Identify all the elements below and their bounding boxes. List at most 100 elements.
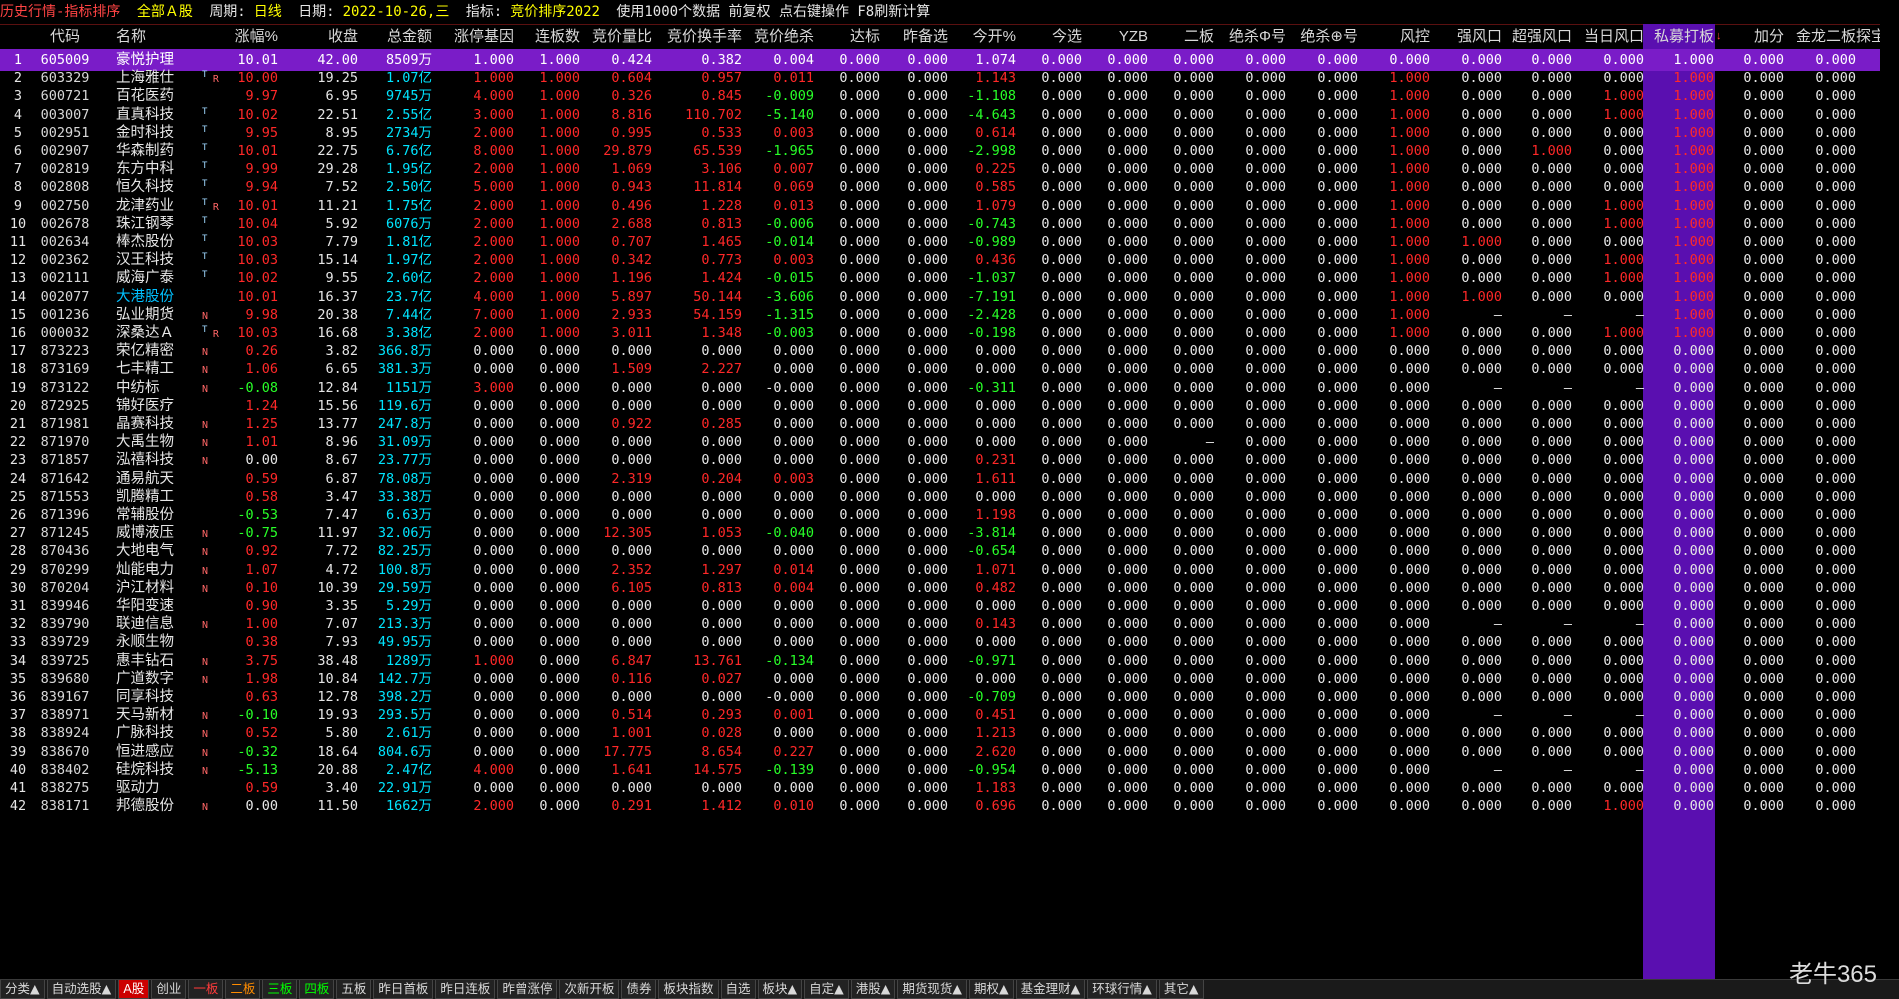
column-header-mark[interactable]	[202, 24, 222, 49]
tab-0[interactable]: 分类▲	[0, 980, 45, 999]
tab-21[interactable]: 基金理财▲	[1015, 980, 1086, 999]
cell-auction-kill: 0.010	[773, 798, 814, 815]
tag-n-icon: N	[202, 310, 209, 322]
column-header-change-pct[interactable]: 涨幅%	[222, 24, 278, 49]
column-header-kill-plus[interactable]: 绝杀⊕号	[1286, 24, 1358, 49]
tag-n-icon: N	[202, 729, 209, 741]
tab-9[interactable]: 昨日首板	[373, 980, 434, 999]
cell-yzb: 0.000	[1107, 798, 1148, 815]
app-title: 历史行情-指标排序	[0, 4, 121, 20]
cell-risk: 0.000	[1389, 798, 1430, 815]
tag-n-icon: N	[202, 711, 209, 723]
column-header-day-wind[interactable]: 当日风口	[1572, 24, 1644, 49]
column-header-today-pick[interactable]: 今选	[1016, 24, 1082, 49]
vertical-scrollbar[interactable]	[1880, 24, 1899, 979]
column-header-close[interactable]: 收盘	[280, 24, 358, 49]
cell-code: 838171	[40, 798, 90, 815]
cell-day-wind: 1.000	[1603, 798, 1644, 815]
column-header-golden-second[interactable]: 金龙二板	[1784, 24, 1856, 49]
tab-14[interactable]: 板块指数	[658, 980, 719, 999]
tab-22[interactable]: 环球行情▲	[1087, 980, 1157, 999]
tab-19[interactable]: 期货现货▲	[897, 980, 968, 999]
tag-t-icon: T	[202, 106, 208, 117]
cell-kill-phi: 0.000	[1245, 798, 1286, 815]
column-header-private-board[interactable]: 私募打板	[1644, 24, 1714, 49]
column-header-strong-wind[interactable]: 强风口	[1430, 24, 1502, 49]
column-header-bonus[interactable]: 加分	[1726, 24, 1784, 49]
tab-4[interactable]: 一板	[188, 980, 224, 999]
column-header-kill-phi[interactable]: 绝杀Φ号	[1214, 24, 1286, 49]
column-header-super-wind[interactable]: 超强风口	[1502, 24, 1572, 49]
tag-n-icon: N	[202, 529, 209, 541]
tag-t-icon: T	[202, 252, 208, 263]
tab-11[interactable]: 昨曾涨停	[497, 980, 558, 999]
tab-16[interactable]: 板块▲	[757, 980, 803, 999]
tab-23[interactable]: 其它▲	[1158, 980, 1204, 999]
tag-t-icon: T	[202, 124, 208, 135]
market-selector[interactable]: 全部Ａ股	[137, 4, 193, 20]
tab-6[interactable]: 三板	[262, 980, 298, 999]
column-header-risk[interactable]: 风控	[1358, 24, 1430, 49]
tag-n-icon: N	[202, 765, 209, 777]
column-header-prev-pick[interactable]: 昨备选	[880, 24, 948, 49]
cell-index: 42	[9, 798, 27, 815]
tab-13[interactable]: 债券	[621, 980, 657, 999]
tag-n-icon: N	[202, 674, 209, 686]
tag-t-icon: T	[202, 234, 208, 244]
tag-t-icon: T	[202, 70, 213, 81]
sort-down-icon: ↓	[1716, 30, 1722, 42]
indicator-value[interactable]: 竞价排序2022	[510, 4, 600, 20]
tag-n-icon: N	[202, 420, 209, 431]
cell-open-pct: 0.696	[975, 798, 1016, 815]
column-header-name[interactable]: 名称	[116, 24, 202, 49]
tag-n-icon: N	[202, 747, 209, 759]
column-header-streak[interactable]: 连板数	[514, 24, 580, 49]
tag-r-icon: R	[212, 329, 219, 340]
cell-golden-second: 0.000	[1815, 798, 1856, 815]
tag-t-icon: T	[202, 215, 208, 226]
tab-5[interactable]: 二板	[225, 980, 261, 999]
tag-n-icon: N	[202, 802, 209, 814]
tab-15[interactable]: 自选	[720, 980, 756, 999]
column-header-open-pct[interactable]: 今开%	[948, 24, 1016, 49]
tag-n-icon: N	[202, 583, 209, 595]
indicator-label: 指标:	[465, 4, 503, 20]
cell-amount: 1662万	[385, 798, 432, 815]
tab-17[interactable]: 自定▲	[804, 980, 849, 999]
tag-n-icon: N	[202, 547, 209, 559]
tab-10[interactable]: 昨日连板	[435, 980, 496, 999]
column-header-second-board[interactable]: 二板	[1148, 24, 1214, 49]
cell-close: 11.50	[317, 798, 358, 815]
period-value[interactable]: 日线	[254, 4, 282, 20]
tab-20[interactable]: 期权▲	[969, 980, 1014, 999]
column-header-qualified[interactable]: 达标	[814, 24, 880, 49]
cell-kill-plus: 0.000	[1317, 798, 1358, 815]
info-text: 使用1000个数据 前复权 点右键操作 F8刷新计算	[616, 4, 931, 20]
cell-change-pct: 0.00	[245, 798, 278, 815]
cell-private-board: 0.000	[1673, 798, 1714, 815]
tag-t-icon: T	[202, 270, 208, 281]
date-value[interactable]: 2022-10-26,三	[343, 4, 450, 20]
column-header-index[interactable]	[4, 24, 32, 49]
tab-7[interactable]: 四板	[299, 980, 335, 999]
tab-2[interactable]: A股	[118, 980, 150, 999]
tag-n-icon: N	[202, 438, 209, 450]
tab-3[interactable]: 创业	[151, 980, 187, 999]
column-header-code[interactable]: 代码	[34, 24, 96, 49]
tag-t-icon: T	[202, 179, 208, 190]
column-header-limit-gene[interactable]: 涨停基因	[436, 24, 514, 49]
tab-8[interactable]: 五板	[336, 980, 372, 999]
column-header-auction-turnover[interactable]: 竞价换手率	[652, 24, 742, 49]
tag-t-icon: T	[202, 325, 213, 335]
table-row[interactable]: 42 838171 邦德股份 N 0.00 11.50 1662万 2.000 0.000 0.…	[0, 795, 1899, 817]
table-header: 代码 名称 涨幅% 收盘 总金额 涨停基因 连板数 竞价量比 竞价换手率 竞价绝杀 达标 昨备选 今开%…	[0, 24, 1899, 49]
tag-n-icon: N	[202, 656, 209, 668]
column-header-yzb[interactable]: YZB	[1082, 24, 1148, 49]
tab-12[interactable]: 次新开板	[559, 980, 620, 999]
tab-1[interactable]: 自动选股▲	[46, 980, 117, 999]
tab-18[interactable]: 港股▲	[850, 980, 896, 999]
tag-n-icon: N	[202, 383, 209, 395]
column-header-auction-kill[interactable]: 竞价绝杀	[742, 24, 814, 49]
column-header-amount[interactable]: 总金额	[360, 24, 432, 49]
column-header-auction-vol-ratio[interactable]: 竞价量比	[580, 24, 652, 49]
